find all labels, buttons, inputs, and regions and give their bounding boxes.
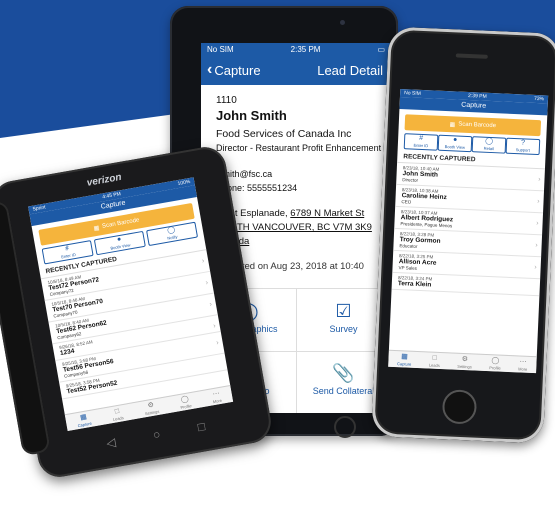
back-button[interactable]: ‹ Capture [207,61,261,79]
lead-address[interactable]: West Esplanade, 6789 N Market St NORTH V… [216,207,379,249]
chevron-right-icon: › [205,279,209,287]
tab-label: Settings [457,363,472,369]
quick-label: Enter ID [413,142,429,149]
back-triangle-icon[interactable]: ◁ [105,435,117,450]
iphone-time: 2:39 PM [467,92,487,100]
ipad-carrier: No SIM [207,44,234,54]
scan-barcode-button[interactable]: ▦ Scan Barcode [404,114,542,137]
iphone-carrier: No SIM [403,90,421,97]
tab-capture[interactable]: ▦ Capture [397,353,412,367]
tab-profile[interactable]: ◯ Profile [489,357,501,370]
lead-company: Food Services of Canada Inc [216,128,352,140]
android-nav-bar: ◁ ○ □ [105,419,206,450]
chevron-right-icon: › [215,339,220,347]
chevron-right-icon: › [212,322,217,331]
barcode-icon: ▦ [449,121,456,128]
quick-label: Retail [483,145,495,152]
tab-label: Leads [112,414,125,422]
scan-label: Scan Barcode [458,121,497,130]
carrier-logo: verizon [86,171,123,189]
tab-label: More [212,397,223,404]
nav-title: Lead Detail [317,62,383,78]
tab-label: Capture [77,420,93,428]
tab-settings[interactable]: ⚙ Settings [457,355,472,369]
tab-capture[interactable]: ▦ Capture [76,412,93,428]
ipad-home-button[interactable] [334,416,356,438]
tab-more[interactable]: ⋯ More [518,358,528,371]
chevron-right-icon: › [208,301,213,309]
booth-view-button[interactable]: ● Booth View [437,134,473,153]
tab-label: Leads [428,362,440,368]
address-city[interactable]: NORTH VANCOUVER, BC V7M 3K9 [216,222,372,233]
ipad-camera [340,20,345,25]
ipad-nav-bar: ‹ Capture Lead Detail [201,55,391,85]
ipad-time: 2:35 PM [290,44,321,54]
support-button[interactable]: ? Support [505,137,541,156]
iphone-screen: No SIM 2:39 PM 73% Capture ▦ Scan Barcod… [388,88,549,374]
enter-id-button[interactable]: # Enter ID [403,133,439,151]
tab-more[interactable]: ⋯ More [211,389,223,404]
back-label: Capture [214,62,261,78]
scan-label: Scan Barcode [101,217,140,230]
quick-label: Support [515,147,530,153]
tab-label: More [518,365,528,372]
lead-job-title: Director - Restaurant Profit Enhancement [216,143,382,153]
chevron-left-icon: ‹ [207,61,213,78]
chevron-right-icon: › [537,198,540,206]
iphone-tab-bar: ▦ Capture □ Leads ⚙ Settings ◯ Profile ⋯ More [388,349,537,374]
iphone-speaker [455,53,488,59]
chevron-right-icon: › [535,242,538,250]
home-circle-icon[interactable]: ○ [152,427,162,442]
iphone-battery: 73% [533,95,545,103]
lead-email[interactable]: jsmith@fsc.ca [216,169,379,179]
tab-label: Profile [489,364,501,371]
address-street[interactable]: 6789 N Market St [290,208,364,219]
tab-label: Settings [144,408,160,416]
quick-label: Notify [166,233,178,241]
recent-list: 8/23/18, 10:40 AM John Smith Director › 8/2… [391,162,545,297]
barcode-icon: ▦ [93,224,100,232]
ipad-battery-icon: ▭ [377,44,385,54]
lead-name: John Smith [216,108,287,123]
retail-button[interactable]: ◯ Retail [471,136,507,154]
lead-phone[interactable]: Phone: 5555551234 [216,183,379,193]
chevron-right-icon: › [201,257,205,266]
iphone-home-button[interactable] [441,389,478,425]
lead-number: 1110 [216,95,237,106]
tab-leads[interactable]: □ Leads [111,407,125,422]
tab-label: Profile [179,402,192,410]
tab-leads[interactable]: □ Leads [429,354,440,367]
tab-settings[interactable]: ⚙ Settings [143,400,160,416]
chevron-right-icon: › [537,176,541,184]
android-screen: Sprint 4:45 PM 100% Capture ▦ Scan Barco… [28,177,234,431]
tab-label: Capture [397,360,412,367]
iphone-device: No SIM 2:39 PM 73% Capture ▦ Scan Barcod… [371,26,555,444]
quick-label: Booth View [444,143,466,150]
ipad-status-bar: No SIM 2:35 PM ▭ [201,43,391,55]
chevron-right-icon: › [536,220,539,228]
recents-square-icon[interactable]: □ [197,419,207,434]
chevron-right-icon: › [534,264,537,272]
tab-profile[interactable]: ◯ Profile [179,395,192,410]
quick-label: Enter ID [60,251,77,260]
